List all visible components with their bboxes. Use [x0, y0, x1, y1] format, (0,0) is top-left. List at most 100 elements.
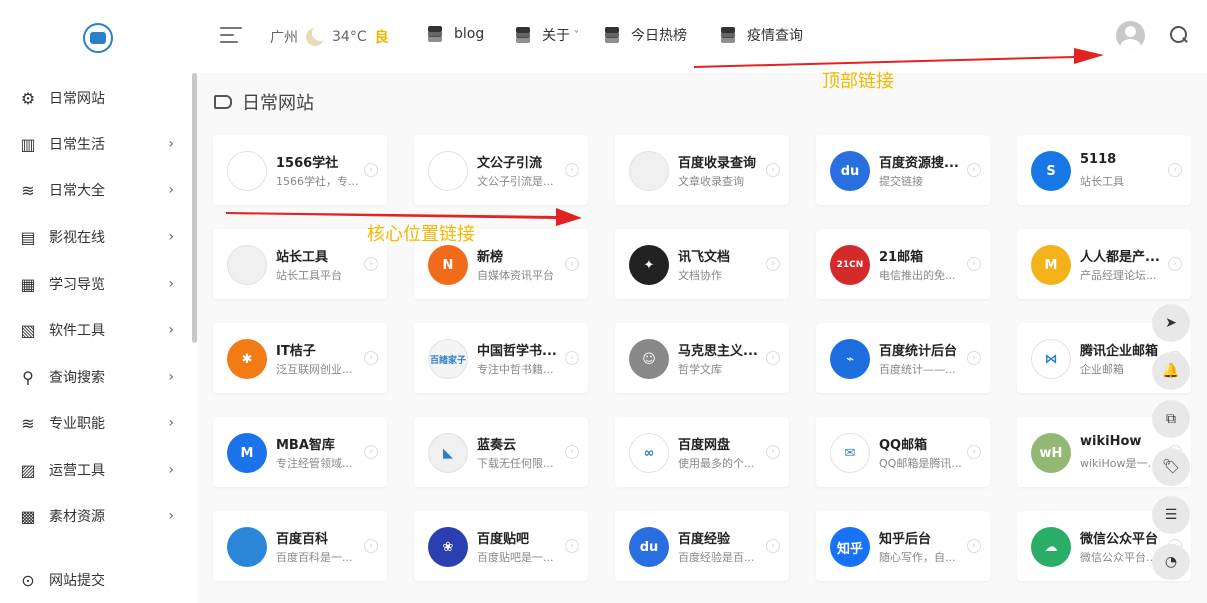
site-card[interactable]: ✉ QQ邮箱 QQ邮箱是腾讯... ›: [816, 417, 990, 487]
site-card[interactable]: ◣ 蓝奏云 下载无任何限... ›: [414, 417, 588, 487]
arrow-circle-icon[interactable]: ›: [364, 539, 378, 553]
sidebar-item-9[interactable]: ▩ 素材资源 ›: [18, 503, 178, 529]
site-card[interactable]: ☺ 马克思主义... 哲学文库 ›: [615, 323, 789, 393]
arrow-circle-icon[interactable]: ›: [364, 163, 378, 177]
site-card[interactable]: ∞ 百度网盘 使用最多的个... ›: [615, 417, 789, 487]
card-title: MBA智库: [276, 438, 335, 453]
magnifier-icon: ⚲: [22, 367, 34, 387]
card-title: wikiHow: [1080, 434, 1142, 449]
arrow-circle-icon[interactable]: ›: [967, 163, 981, 177]
arrow-circle-icon[interactable]: ›: [766, 163, 780, 177]
arrow-circle-icon[interactable]: ›: [766, 539, 780, 553]
sidebar-scrollbar[interactable]: [192, 73, 197, 343]
layers-icon: [514, 26, 532, 44]
site-card[interactable]: 站长工具 站长工具平台 ›: [213, 229, 387, 299]
hamburger-icon: [220, 27, 242, 29]
arrow-circle-icon[interactable]: ›: [766, 351, 780, 365]
arrow-circle-icon[interactable]: ›: [565, 257, 579, 271]
site-card[interactable]: 21CN 21邮箱 电信推出的免... ›: [816, 229, 990, 299]
sidebar-item-10[interactable]: ⊙ 网站提交: [18, 567, 178, 593]
sidebar-item-8[interactable]: ▨ 运营工具 ›: [18, 457, 178, 483]
arrow-circle-icon[interactable]: ›: [1168, 257, 1182, 271]
site-card[interactable]: 1566学社 1566学社，专... ›: [213, 135, 387, 205]
card-title: 21邮箱: [879, 250, 924, 265]
sidebar-item-label: 软件工具: [49, 323, 105, 339]
sidebar-item-5[interactable]: ▧ 软件工具 ›: [18, 317, 178, 343]
site-card[interactable]: M 人人都是产... 产品经理论坛... ›: [1017, 229, 1191, 299]
sidebar-item-label: 日常大全: [49, 183, 105, 199]
weather-widget[interactable]: 广州 34°C 良: [270, 27, 389, 47]
search-icon[interactable]: [1170, 26, 1188, 44]
tag-icon: 🏷: [1162, 459, 1180, 475]
site-card[interactable]: ⌁ 百度统计后台 百度统计——... ›: [816, 323, 990, 393]
arrow-circle-icon[interactable]: ›: [565, 351, 579, 365]
arrow-circle-icon[interactable]: ›: [1168, 163, 1182, 177]
tieba-logo-icon: ❀: [428, 527, 468, 567]
weather-city: 广州: [270, 30, 298, 46]
section-title-text: 日常网站: [242, 93, 314, 114]
history-button[interactable]: ◔: [1152, 544, 1190, 580]
sidebar-item-label: 查询搜索: [49, 370, 105, 386]
site-card[interactable]: 文公子引流 文公子引流是... ›: [414, 135, 588, 205]
page-title: 日常网站: [214, 89, 314, 115]
history-icon: ◔: [1164, 554, 1178, 570]
arrow-circle-icon[interactable]: ›: [967, 257, 981, 271]
sidebar-item-4[interactable]: ▦ 学习导览 ›: [18, 271, 178, 297]
wechat-logo-icon: ☁: [1031, 527, 1071, 567]
arrow-circle-icon[interactable]: ›: [766, 257, 780, 271]
woshipm-logo-icon: M: [1031, 245, 1071, 285]
arrow-circle-icon[interactable]: ›: [364, 351, 378, 365]
tag-button[interactable]: 🏷: [1152, 448, 1190, 486]
submit-icon: ⊙: [21, 570, 35, 590]
arrow-circle-icon[interactable]: ›: [967, 351, 981, 365]
nav-item-blog[interactable]: blog: [426, 25, 484, 43]
user-avatar[interactable]: [1116, 21, 1145, 50]
notification-button[interactable]: 🔔: [1152, 352, 1190, 390]
site-card[interactable]: 百度百科 百度百科是一... ›: [213, 511, 387, 581]
arrow-circle-icon[interactable]: ›: [364, 257, 378, 271]
layers-icon: [719, 26, 737, 44]
site-card[interactable]: M MBA智库 专注经管领域... ›: [213, 417, 387, 487]
arrow-circle-icon[interactable]: ›: [565, 539, 579, 553]
nav-item-about[interactable]: 关于 ˅: [514, 25, 579, 45]
document-icon: ▧: [20, 320, 36, 340]
stats-logo-icon: ⌁: [830, 339, 870, 379]
card-title: 百度收录查询: [678, 156, 757, 171]
sidebar-item-6[interactable]: ⚲ 查询搜索 ›: [18, 364, 178, 390]
site-logo[interactable]: [83, 23, 113, 53]
list-button[interactable]: ☰: [1152, 496, 1190, 534]
site-card[interactable]: du 百度资源搜... 提交链接 ›: [816, 135, 990, 205]
card-description: 1566学社，专...: [276, 175, 359, 188]
sidebar-item-label: 学习导览: [49, 277, 105, 293]
mba-logo-icon: M: [227, 433, 267, 473]
menu-toggle-button[interactable]: [220, 27, 242, 45]
site-card[interactable]: ✦ 讯飞文档 文档协作 ›: [615, 229, 789, 299]
sidebar-item-2[interactable]: ≋ 日常大全 ›: [18, 177, 178, 203]
nav-item-epidemic[interactable]: 疫情查询: [719, 25, 803, 45]
back-to-top-button[interactable]: ➤: [1152, 304, 1190, 342]
site-card[interactable]: 百諸家子 中国哲学书... 专注中哲书籍... ›: [414, 323, 588, 393]
copy-button[interactable]: ⧉: [1152, 400, 1190, 438]
arrow-circle-icon[interactable]: ›: [766, 445, 780, 459]
site-card[interactable]: 知乎 知乎后台 随心写作，自... ›: [816, 511, 990, 581]
site-card[interactable]: du 百度经验 百度经验是百... ›: [615, 511, 789, 581]
nav-item-hot-list[interactable]: 今日热榜: [603, 25, 687, 45]
sidebar-item-7[interactable]: ≋ 专业职能 ›: [18, 410, 178, 436]
sidebar-item-1[interactable]: ▥ 日常生活 ›: [18, 131, 178, 157]
arrow-circle-icon[interactable]: ›: [565, 445, 579, 459]
sidebar-item-3[interactable]: ▤ 影视在线 ›: [18, 224, 178, 250]
baidu-paw-icon: du: [830, 151, 870, 191]
site-card[interactable]: ❀ 百度贴吧 百度贴吧是一... ›: [414, 511, 588, 581]
arrow-circle-icon[interactable]: ›: [565, 163, 579, 177]
site-card[interactable]: S 5118 站长工具 ›: [1017, 135, 1191, 205]
arrow-circle-icon[interactable]: ›: [364, 445, 378, 459]
site-card[interactable]: ✱ IT桔子 泛互联网创业... ›: [213, 323, 387, 393]
bell-icon: 🔔: [1162, 363, 1180, 379]
site-card[interactable]: 百度收录查询 文章收录查询 ›: [615, 135, 789, 205]
sidebar-item-0[interactable]: ⚙ 日常网站: [18, 85, 178, 111]
chevron-right-icon: ›: [168, 322, 174, 338]
card-description: 专注中哲书籍...: [477, 363, 554, 376]
arrow-circle-icon[interactable]: ›: [967, 539, 981, 553]
card-description: 随心写作，自...: [879, 551, 956, 564]
arrow-circle-icon[interactable]: ›: [967, 445, 981, 459]
